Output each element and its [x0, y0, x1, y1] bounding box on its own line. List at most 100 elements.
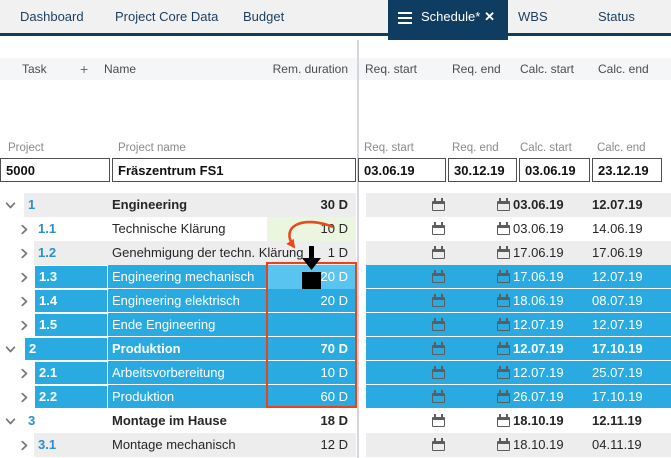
- task-row[interactable]: 2.1Arbeitsvorbereitung10 D12.07.1925.07.…: [0, 361, 671, 385]
- column-header-req-end[interactable]: Req. end: [452, 58, 501, 80]
- column-header-rem-duration[interactable]: Rem. duration: [240, 58, 348, 80]
- collapse-chevron-icon[interactable]: [5, 415, 17, 427]
- task-name-cell[interactable]: Arbeitsvorbereitung: [112, 361, 225, 385]
- expand-chevron-icon[interactable]: [19, 223, 31, 235]
- project-name-field[interactable]: Fräszentrum FS1: [112, 158, 356, 182]
- req-start-calendar-icon[interactable]: [432, 318, 446, 332]
- task-row[interactable]: 1.5Ende Engineering12.07.1912.07.19: [0, 313, 671, 337]
- rem-duration-cell[interactable]: 60 D: [267, 385, 356, 409]
- project-calc-end-field[interactable]: 23.12.19: [592, 158, 662, 182]
- tab-project-core-data[interactable]: Project Core Data: [115, 0, 218, 33]
- calc-start-cell[interactable]: 17.06.19: [513, 241, 564, 265]
- tab-dashboard[interactable]: Dashboard: [20, 0, 84, 33]
- calc-start-cell[interactable]: 03.06.19: [513, 217, 564, 241]
- calc-start-cell[interactable]: 03.06.19: [513, 193, 564, 217]
- expand-chevron-icon[interactable]: [19, 367, 31, 379]
- tab-budget[interactable]: Budget: [243, 0, 284, 33]
- column-header-name[interactable]: Name: [104, 58, 136, 80]
- rem-duration-cell[interactable]: 12 D: [267, 433, 356, 457]
- task-name-cell[interactable]: Engineering elektrisch: [112, 289, 240, 313]
- project-req-end-field[interactable]: 30.12.19: [448, 158, 517, 182]
- req-start-calendar-icon[interactable]: [432, 270, 446, 284]
- task-name-cell[interactable]: Produktion: [112, 385, 174, 409]
- req-end-calendar-icon[interactable]: [497, 222, 511, 236]
- task-id-cell[interactable]: 2: [24, 337, 108, 361]
- project-calc-start-field[interactable]: 03.06.19: [519, 158, 590, 182]
- column-header-task[interactable]: Task: [22, 58, 47, 80]
- rem-duration-cell[interactable]: 70 D: [267, 337, 356, 361]
- column-header-req-start[interactable]: Req. start: [365, 58, 417, 80]
- task-id-cell[interactable]: 1.1: [34, 217, 108, 241]
- calc-start-cell[interactable]: 12.07.19: [513, 361, 564, 385]
- req-end-calendar-icon[interactable]: [497, 294, 511, 308]
- req-end-calendar-icon[interactable]: [497, 318, 511, 332]
- task-row[interactable]: 1.4Engineering elektrisch20 D18.06.1908.…: [0, 289, 671, 313]
- calc-start-cell[interactable]: 12.07.19: [513, 337, 564, 361]
- calc-end-cell[interactable]: 17.10.19: [592, 337, 643, 361]
- task-id-cell[interactable]: 1: [24, 193, 108, 217]
- column-header-calc-end[interactable]: Calc. end: [598, 58, 649, 80]
- req-start-calendar-icon[interactable]: [432, 342, 446, 356]
- rem-duration-cell[interactable]: 18 D: [267, 409, 356, 433]
- calc-end-cell[interactable]: 17.06.19: [592, 241, 643, 265]
- calc-end-cell[interactable]: 08.07.19: [592, 289, 643, 313]
- rem-duration-cell[interactable]: 10 D: [267, 361, 356, 385]
- task-row[interactable]: 1.1Technische Klärung10 D03.06.1914.06.1…: [0, 217, 671, 241]
- pane-divider[interactable]: [357, 40, 359, 458]
- tab-wbs[interactable]: WBS: [518, 0, 548, 33]
- collapse-chevron-icon[interactable]: [5, 199, 17, 211]
- req-start-calendar-icon[interactable]: [432, 294, 446, 308]
- task-row[interactable]: 2Produktion 70 D 12.07.19 17.10.19: [0, 337, 671, 361]
- req-end-calendar-icon[interactable]: [497, 390, 511, 404]
- close-tab-icon[interactable]: ✕: [484, 9, 495, 24]
- rem-duration-cell[interactable]: [267, 313, 356, 337]
- task-row[interactable]: 3.1Montage mechanisch12 D18.10.1904.11.1…: [0, 433, 671, 457]
- expand-chevron-icon[interactable]: [19, 271, 31, 283]
- req-start-calendar-icon[interactable]: [432, 414, 446, 428]
- task-name-cell[interactable]: Ende Engineering: [112, 313, 215, 337]
- req-end-calendar-icon[interactable]: [497, 246, 511, 260]
- req-end-calendar-icon[interactable]: [497, 342, 511, 356]
- calc-end-cell[interactable]: 12.07.19: [592, 265, 643, 289]
- collapse-chevron-icon[interactable]: [5, 343, 17, 355]
- task-id-cell[interactable]: 1.4: [34, 289, 108, 313]
- task-row[interactable]: 1.3Engineering mechanisch20 D17.06.1912.…: [0, 265, 671, 289]
- req-start-calendar-icon[interactable]: [432, 222, 446, 236]
- req-start-calendar-icon[interactable]: [432, 366, 446, 380]
- rem-duration-cell[interactable]: 30 D: [267, 193, 356, 217]
- calc-end-cell[interactable]: 12.07.19: [592, 193, 643, 217]
- req-start-calendar-icon[interactable]: [432, 246, 446, 260]
- req-start-calendar-icon[interactable]: [432, 438, 446, 452]
- calc-start-cell[interactable]: 18.10.19: [513, 409, 564, 433]
- req-start-calendar-icon[interactable]: [432, 198, 446, 212]
- rem-duration-cell[interactable]: 1 D: [267, 241, 356, 265]
- task-id-cell[interactable]: 3.1: [34, 433, 108, 457]
- req-end-calendar-icon[interactable]: [497, 414, 511, 428]
- hamburger-menu-icon[interactable]: [398, 12, 412, 14]
- calc-start-cell[interactable]: 12.07.19: [513, 313, 564, 337]
- task-id-cell[interactable]: 2.1: [34, 361, 108, 385]
- project-req-start-field[interactable]: 03.06.19: [358, 158, 446, 182]
- task-id-cell[interactable]: 3: [24, 409, 108, 433]
- expand-chevron-icon[interactable]: [19, 295, 31, 307]
- calc-start-cell[interactable]: 26.07.19: [513, 385, 564, 409]
- task-name-cell[interactable]: Produktion: [112, 337, 181, 361]
- calc-end-cell[interactable]: 12.07.19: [592, 313, 643, 337]
- req-end-calendar-icon[interactable]: [497, 198, 511, 212]
- calc-end-cell[interactable]: 17.10.19: [592, 385, 643, 409]
- add-column-icon[interactable]: +: [80, 58, 88, 80]
- task-id-cell[interactable]: 1.2: [34, 241, 108, 265]
- rem-duration-cell[interactable]: 20 D: [267, 265, 356, 289]
- task-row[interactable]: 1.2Genehmigung der techn. Klärung1 D17.0…: [0, 241, 671, 265]
- task-name-cell[interactable]: Engineering: [112, 193, 187, 217]
- task-name-cell[interactable]: Engineering mechanisch: [112, 265, 254, 289]
- req-end-calendar-icon[interactable]: [497, 270, 511, 284]
- column-header-calc-start[interactable]: Calc. start: [520, 58, 574, 80]
- task-name-cell[interactable]: Montage im Hause: [112, 409, 227, 433]
- req-end-calendar-icon[interactable]: [497, 438, 511, 452]
- tab-schedule-active[interactable]: Schedule* ✕: [388, 0, 508, 40]
- rem-duration-cell[interactable]: 10 D: [267, 217, 356, 241]
- project-number-field[interactable]: 5000: [0, 158, 110, 182]
- calc-end-cell[interactable]: 14.06.19: [592, 217, 643, 241]
- calc-start-cell[interactable]: 17.06.19: [513, 265, 564, 289]
